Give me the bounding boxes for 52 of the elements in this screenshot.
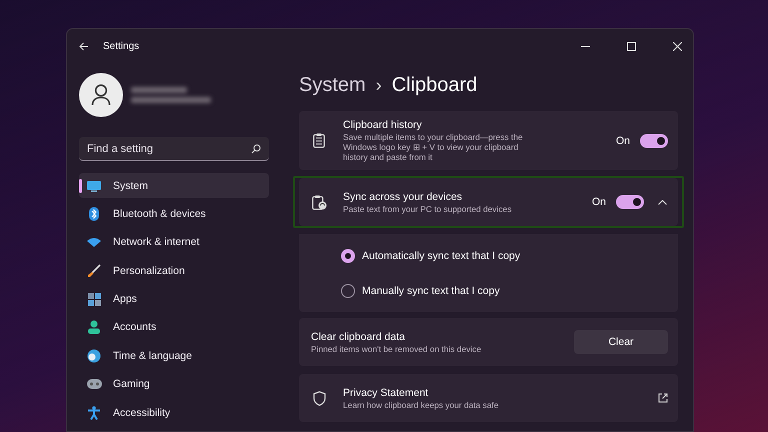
sidebar-item[interactable]: Personalization — [79, 258, 269, 284]
breadcrumb-separator: › — [376, 74, 382, 96]
brush-icon — [88, 264, 100, 278]
close-icon — [672, 42, 682, 50]
setting-description: Pinned items won't be removed on this device — [311, 344, 482, 354]
radio-button[interactable] — [341, 248, 355, 263]
sidebar-item[interactable]: Accounts — [79, 314, 269, 340]
setting-title: Clipboard history — [343, 119, 423, 131]
clipboard-sync-icon — [312, 194, 326, 210]
radio-option[interactable]: Manually sync text that I copy — [341, 273, 678, 308]
setting-description: Learn how clipboard keeps your data safe — [343, 400, 500, 410]
sidebar-item[interactable]: Time & language — [79, 343, 269, 368]
sidebar-item[interactable]: Accessibility — [79, 400, 269, 426]
radio-option[interactable]: Automatically sync text that I copy — [341, 238, 678, 274]
globe-icon — [87, 348, 101, 363]
monitor-icon — [87, 180, 101, 192]
wifi-icon — [87, 237, 101, 248]
sidebar-item[interactable]: Network & internet — [79, 230, 269, 255]
toggle-state-label: On — [616, 134, 630, 147]
toggle-switch[interactable] — [616, 195, 644, 210]
toggle-state-label: On — [592, 196, 606, 208]
bluetooth-icon — [89, 206, 99, 221]
clipboard-icon — [313, 133, 325, 148]
sidebar-item[interactable]: Gaming — [79, 372, 269, 397]
person-icon — [88, 320, 100, 334]
breadcrumb-link[interactable]: System — [299, 74, 366, 96]
page-title: Clipboard — [392, 74, 478, 96]
setting-title: Clear clipboard data — [311, 330, 406, 343]
back-arrow-icon[interactable] — [79, 42, 89, 50]
sidebar-item[interactable]: Apps — [79, 286, 269, 312]
apps-icon — [88, 292, 100, 306]
avatar-icon — [79, 73, 123, 117]
setting-description: Paste text from your PC to supported devices — [343, 204, 513, 214]
external-link-icon[interactable] — [658, 393, 668, 404]
gamepad-icon — [86, 379, 102, 390]
radio-label: Manually sync text that I copy — [362, 284, 500, 297]
search-icon — [251, 144, 261, 154]
shield-icon — [312, 390, 326, 406]
sidebar-item[interactable]: System — [79, 173, 269, 198]
accessibility-icon — [88, 406, 100, 420]
chevron-up-icon[interactable] — [658, 200, 666, 205]
clear-button[interactable]: Clear — [574, 330, 668, 354]
radio-label: Automatically sync text that I copy — [362, 250, 520, 262]
search-field[interactable]: Find a setting — [79, 137, 269, 161]
window-title: Settings — [103, 40, 140, 52]
toggle-switch[interactable] — [640, 134, 668, 148]
setting-description: Save multiple items to your clipboard—press the Windows logo key ⊞ + V to view your clipboard history and paste from it — [343, 132, 524, 162]
setting-title: Sync across your devices — [343, 190, 464, 203]
maximize-icon — [626, 42, 636, 50]
radio-button[interactable] — [341, 284, 355, 298]
sidebar-item[interactable]: Bluetooth & devices — [79, 201, 269, 226]
setting-title: Privacy Statement — [343, 386, 430, 399]
